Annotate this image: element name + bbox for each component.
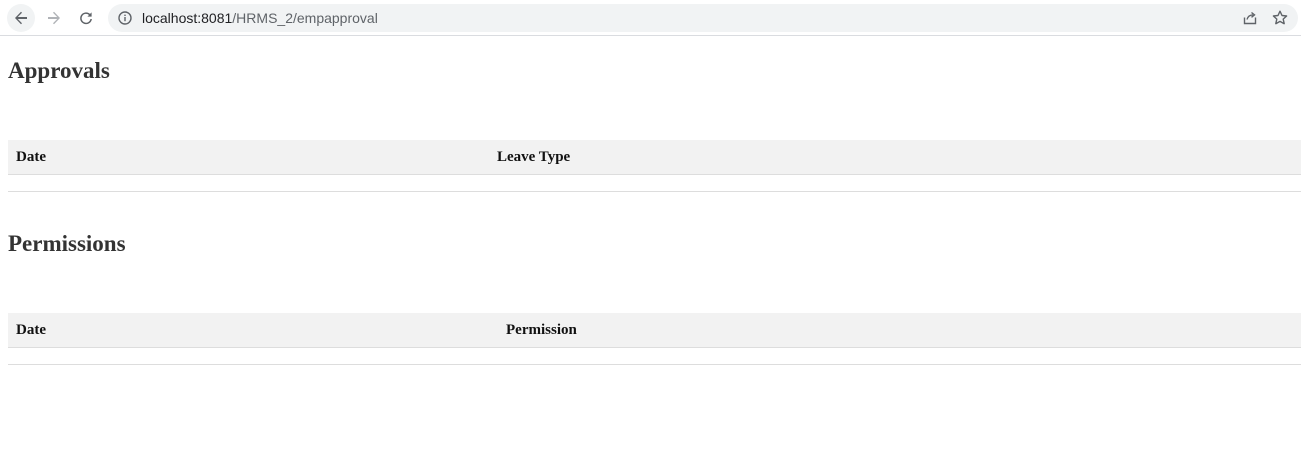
approvals-column-leave-type: Leave Type	[497, 149, 571, 165]
share-icon[interactable]	[1242, 10, 1258, 26]
permissions-column-date: Date	[16, 322, 46, 338]
browser-toolbar: localhost:8081/HRMS_2/empapproval	[0, 0, 1301, 36]
reload-icon	[80, 12, 92, 25]
permissions-column-permission: Permission	[506, 322, 577, 338]
permissions-title: Permissions	[8, 231, 126, 256]
arrow-right-icon	[48, 11, 60, 25]
back-button[interactable]	[7, 4, 35, 32]
url-text[interactable]: localhost:8081/HRMS_2/empapproval	[142, 4, 378, 32]
approvals-title: Approvals	[8, 58, 110, 83]
info-icon[interactable]	[118, 11, 132, 25]
reload-button[interactable]	[72, 4, 100, 32]
approvals-table-body	[8, 175, 1301, 192]
permissions-table: Date Permission	[8, 313, 1301, 365]
approvals-table-header: Date Leave Type	[8, 140, 1301, 175]
permissions-table-body	[8, 348, 1301, 365]
url-path: /HRMS_2/empapproval	[232, 10, 378, 26]
address-bar[interactable]: localhost:8081/HRMS_2/empapproval	[108, 4, 1298, 32]
url-host: localhost:8081	[142, 10, 233, 26]
forward-button[interactable]	[40, 4, 68, 32]
arrow-left-icon	[15, 11, 27, 25]
star-icon[interactable]	[1271, 9, 1289, 27]
approvals-column-date: Date	[16, 149, 46, 165]
approvals-table: Date Leave Type	[8, 140, 1301, 192]
permissions-table-header: Date Permission	[8, 313, 1301, 348]
